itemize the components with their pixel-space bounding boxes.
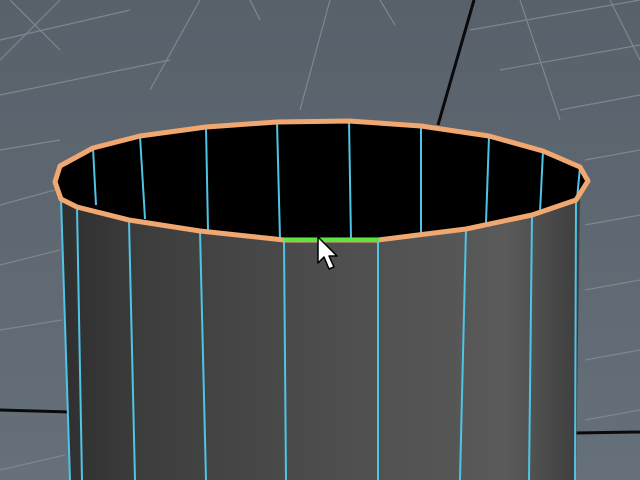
mesh-edge[interactable] xyxy=(574,199,577,480)
3d-viewport[interactable] xyxy=(0,0,640,480)
world-axis-line xyxy=(574,430,640,435)
viewport-canvas[interactable] xyxy=(0,0,640,480)
cylinder-mesh[interactable] xyxy=(52,118,591,480)
world-axis-line xyxy=(0,408,71,414)
